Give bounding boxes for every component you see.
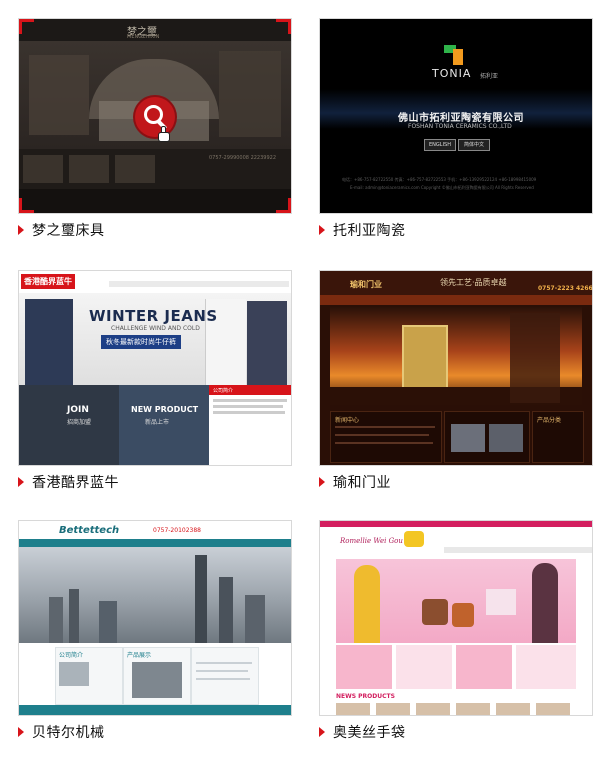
red-arrow-icon xyxy=(319,225,325,235)
site-logo: Bettettech xyxy=(59,525,120,536)
corner-bracket xyxy=(19,19,34,34)
red-arrow-icon xyxy=(18,225,24,235)
feature-tile[interactable] xyxy=(456,645,512,689)
magnifier-icon[interactable] xyxy=(135,97,175,137)
banner-image xyxy=(330,307,582,405)
section-title: NEWS PRODUCTS xyxy=(336,693,395,700)
new-product-subtitle: 新品上市 xyxy=(145,419,170,426)
company-intro: 公司简介 xyxy=(209,385,291,465)
card-thumbnail[interactable]: 瑜和门业 领先工艺·品质卓越 0757-2223 4266 新闻中心 产品分类 xyxy=(319,270,593,466)
company-intro-title: 公司简介 xyxy=(59,652,84,659)
product-showcase-title: 产品展示 xyxy=(127,652,152,659)
card-title[interactable]: 托利亚陶瓷 xyxy=(333,220,406,240)
brand-name-cn: 拓利亚 xyxy=(480,73,499,80)
cat-logo-icon xyxy=(404,531,424,547)
chinese-button[interactable]: 简体中文 xyxy=(458,139,490,151)
phone-number: 0757-20102388 xyxy=(153,527,201,534)
nav-bar xyxy=(19,539,291,547)
company-name-en: FOSHAN TONIA CERAMICS CO.,LTD xyxy=(408,123,512,130)
banner-image xyxy=(19,547,291,643)
banner-image: WINTER JEANS CHALLENGE WIND AND COLD 秋冬最… xyxy=(19,293,291,385)
card-thumbnail[interactable]: Bettettech 0757-20102388 公司简介 产品展示 xyxy=(18,520,292,716)
english-button[interactable]: ENGLISH xyxy=(424,139,456,151)
nav-bar xyxy=(444,547,592,553)
join-title: JOIN xyxy=(67,405,89,415)
hand-cursor-icon xyxy=(158,126,170,142)
card-title[interactable]: 奥美丝手袋 xyxy=(333,722,406,742)
brand-name: TONIA xyxy=(432,67,472,80)
card-thumbnail[interactable]: TONIA 拓利亚 佛山市拓利亚陶瓷有限公司 FOSHAN TONIA CERA… xyxy=(319,18,593,214)
tonia-logo-icon xyxy=(444,45,466,65)
footer-copyright: E-mail: admin@toniaceramics.com Copyrigh… xyxy=(350,185,534,190)
product-thumb-row xyxy=(336,703,576,715)
site-slogan: 领先工艺·品质卓越 xyxy=(440,278,507,287)
banner-headline: WINTER JEANS xyxy=(89,307,218,325)
red-arrow-icon xyxy=(18,477,24,487)
red-arrow-icon xyxy=(319,727,325,737)
site-logo: 瑜和门业 xyxy=(350,280,382,289)
site-footer xyxy=(19,189,291,213)
product-category-title: 产品分类 xyxy=(537,417,562,424)
card-thumbnail[interactable]: 梦之璽 MENGZHIXIN 0757-29990008 22239922 xyxy=(18,18,292,214)
red-arrow-icon xyxy=(319,477,325,487)
site-footer xyxy=(19,705,291,715)
card-caption[interactable]: 贝特尔机械 xyxy=(18,722,105,742)
news-title: 新闻中心 xyxy=(335,417,360,424)
card-thumbnail[interactable]: Romellie Wei Gou NEWS PRODUCTS xyxy=(319,520,593,716)
news-panel: 新闻中心 xyxy=(330,411,442,463)
footer-contact: 电话：+86-757-82722550 传真：+86-757-82722553 … xyxy=(342,177,537,182)
card-title[interactable]: 香港酷界蓝牛 xyxy=(32,472,119,492)
nav-bar xyxy=(109,281,289,287)
phone-number: 0757-29990008 22239922 xyxy=(209,155,277,161)
feature-tile[interactable] xyxy=(396,645,452,689)
banner-image xyxy=(336,559,576,643)
card-caption[interactable]: 香港酷界蓝牛 xyxy=(18,472,119,492)
card-caption[interactable]: 托利亚陶瓷 xyxy=(319,220,406,240)
new-product-block[interactable]: NEW PRODUCT 新品上市 xyxy=(119,385,209,465)
new-product-title: NEW PRODUCT xyxy=(131,405,199,414)
card-title[interactable]: 贝特尔机械 xyxy=(32,722,105,742)
top-bar xyxy=(320,521,592,527)
card-title[interactable]: 瑜和门业 xyxy=(333,472,391,492)
corner-bracket xyxy=(19,198,34,213)
product-category-panel: 产品分类 xyxy=(532,411,584,463)
gallery-panel xyxy=(444,411,530,463)
card-title[interactable]: 梦之璽床具 xyxy=(32,220,105,240)
site-logo: Romellie Wei Gou xyxy=(340,537,403,545)
company-intro: 公司简介 xyxy=(55,647,123,705)
company-name-cn: 佛山市拓利亚陶瓷有限公司 xyxy=(398,113,524,124)
nav-bar xyxy=(320,295,592,305)
corner-bracket xyxy=(276,19,291,34)
product-showcase: 产品展示 xyxy=(123,647,191,705)
card-caption[interactable]: 瑜和门业 xyxy=(319,472,391,492)
intro-title: 公司简介 xyxy=(213,388,234,394)
site-logo-pinyin: MENGZHIXIN xyxy=(127,34,160,40)
product-strip: 0757-29990008 22239922 xyxy=(19,149,291,189)
join-subtitle: 招商加盟 xyxy=(67,419,92,426)
feature-tile[interactable] xyxy=(516,645,576,689)
gate-image xyxy=(402,325,448,393)
card-thumbnail[interactable]: 香港酷界蓝牛 WINTER JEANS CHALLENGE WIND AND C… xyxy=(18,270,292,466)
site-logo: 香港酷界蓝牛 xyxy=(21,274,75,289)
phone-number: 0757-2223 4266 xyxy=(538,285,593,292)
red-arrow-icon xyxy=(18,727,24,737)
banner-subline: CHALLENGE WIND AND COLD xyxy=(111,325,200,332)
card-caption[interactable]: 梦之璽床具 xyxy=(18,220,105,240)
join-block[interactable]: JOIN 招商加盟 xyxy=(19,385,119,465)
feature-tile[interactable] xyxy=(336,645,392,689)
promo-label: 秋冬最新款时尚牛仔裤 xyxy=(101,335,181,349)
corner-bracket xyxy=(276,198,291,213)
card-caption[interactable]: 奥美丝手袋 xyxy=(319,722,406,742)
news-panel xyxy=(191,647,259,705)
